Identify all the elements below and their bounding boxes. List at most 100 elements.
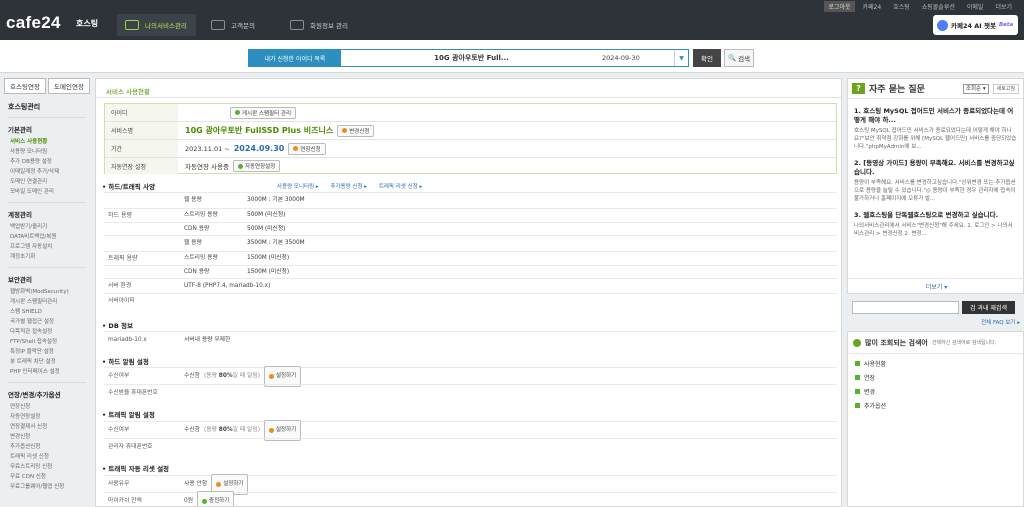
logout-link[interactable]: 로그아웃 xyxy=(824,1,855,12)
use-label: 사용유무 xyxy=(108,481,130,487)
change-request-button[interactable]: 변경신청 xyxy=(337,124,375,137)
sidebar-item[interactable]: 사용량 모니터링 xyxy=(10,147,90,157)
spam-filter-button[interactable]: 게시판 스팸필터 관리 xyxy=(230,106,297,119)
usage-monitoring-link[interactable]: 사용량 모니터링 ▸ xyxy=(277,184,319,190)
mileage-value: 0원 충전하기 xyxy=(184,491,235,506)
faq-question[interactable]: 2. [동영상 가이드] 용량이 부족해요. 서비스를 변경하고싶습니다. xyxy=(854,159,1017,177)
sidebar-item-service-status[interactable]: 서비스 사용현황 xyxy=(10,137,90,147)
sidebar-item[interactable]: 무료스트리밍 신청 xyxy=(10,462,90,472)
usage-value: 3500M : 기본 3500M xyxy=(247,240,305,246)
top-bar: 로그아웃 카페24 호스팅 쇼핑몰솔루션 이메일 더보기 cafe24 호스팅 … xyxy=(0,0,1024,40)
renew-request-button[interactable]: 연장신청 xyxy=(288,142,326,155)
sidebar-item[interactable]: 모바일 도메인 관리 xyxy=(10,187,90,197)
sidebar-item[interactable]: 계정초기화 xyxy=(10,252,90,262)
note-suffix: 일 때 알림) xyxy=(232,427,260,433)
more-link[interactable]: 더보기 xyxy=(991,1,1016,12)
hosting-renew-tab[interactable]: 호스팅연장 xyxy=(4,78,46,94)
user-card-icon xyxy=(290,20,304,30)
sidebar-item[interactable]: 특정IP 블락단 설정 xyxy=(10,347,90,357)
popular-title: 많이 조회되는 검색어 xyxy=(865,338,928,347)
usage-row: 웹 용량 3500M : 기본 3500M xyxy=(104,237,837,250)
sidebar-item[interactable]: PHP 인터페이스 설정 xyxy=(10,367,90,377)
sidebar-item[interactable]: 추가옵션신청 xyxy=(10,442,90,452)
sidebar-item[interactable]: 이메일계정 추가/삭제 xyxy=(10,167,90,177)
service-selector[interactable]: 내가 신청한 아이디 목록 10G 광아우토반 Full... 2024-09-… xyxy=(248,49,689,67)
threshold-note: (용량 80%일 때 알림) xyxy=(204,368,260,385)
auto-renew-setting-button[interactable]: 자동연장설정 xyxy=(232,160,281,172)
faq-item[interactable]: 2. [동영상 가이드] 용량이 부족해요. 서비스를 변경하고싶습니다. 용량… xyxy=(848,159,1023,203)
sidebar-item[interactable]: 웹방화벽(ModSecurity) xyxy=(10,287,90,297)
db-capacity: 서버내 용량 무제한 xyxy=(184,337,231,343)
faq-search-button[interactable]: 검 과내 재검색 xyxy=(962,301,1015,314)
note-percent: 80% xyxy=(218,427,233,433)
sidebar-section-basic: 기본관리 xyxy=(8,126,32,134)
charge-button[interactable]: 충전하기 xyxy=(197,491,235,506)
cafe24-link[interactable]: 카페24 xyxy=(859,1,886,12)
sidebar-item[interactable]: FTP/Shell 접속설정 xyxy=(10,337,90,347)
sidebar-item[interactable]: 연장결제서 신청 xyxy=(10,422,90,432)
sidebar-item[interactable]: 국가별 웹접근 설정 xyxy=(10,317,90,327)
traffic-reset-table: 사용유무 사용 안함 설정하기 마이카쉬 잔액 0원 충전하기 xyxy=(104,474,837,506)
all-faq-link[interactable]: 전체 FAQ 보기 ▸ xyxy=(981,318,1020,326)
sidebar-item[interactable]: 무료그룹웨어/웹앱 신청 xyxy=(10,482,90,492)
sidebar-item[interactable]: 스팸 SHIELD xyxy=(10,307,90,317)
selected-service-name[interactable]: 10G 광아우토반 Full... xyxy=(341,50,602,66)
faq-question[interactable]: 1. 호스팅 MySQL 접어드민 서비스가 종료되었다는데 어떻게 해야 하.… xyxy=(854,107,1017,125)
sidebar-item[interactable]: 연장신청 xyxy=(10,402,90,412)
domain-renew-tab[interactable]: 도메인연장 xyxy=(48,78,90,94)
faq-item[interactable]: 1. 호스팅 MySQL 접어드민 서비스가 종료되었다는데 어떻게 해야 하.… xyxy=(848,107,1023,151)
reset-use-row: 사용유무 사용 안함 설정하기 xyxy=(104,474,837,495)
faq-refresh-button[interactable]: 새로고침 xyxy=(992,83,1019,94)
faq-search-input[interactable] xyxy=(852,301,959,314)
auto-renew-value: 자동연장 사용중 자동연장설정 xyxy=(185,158,281,174)
period-row: 기간 2023.11.01 ~ 2024.09.30 연장신청 xyxy=(105,139,836,157)
ai-chatbot-button[interactable]: 카페24 AI 챗봇 Beta xyxy=(933,15,1018,35)
popular-keyword[interactable]: 연장 xyxy=(855,373,1023,382)
shopping-solution-link[interactable]: 쇼핑몰솔루션 xyxy=(918,1,959,12)
car-icon xyxy=(125,20,139,30)
usage-key: 웹 용량 xyxy=(184,197,202,203)
faq-answer: 호스팅 MySQL 접어드민 서비스가 종료되었다는데 어떻게 해야 하나요?"… xyxy=(854,128,1017,150)
sidebar-item[interactable]: 백업받기/올리기 xyxy=(10,222,90,232)
faq-title: 자주 묻는 질문 xyxy=(869,85,925,95)
traffic-group: 트래픽 용량 웹 용량 3500M : 기본 3500M 스트리밍 용량 1500M… xyxy=(104,235,837,278)
traffic-reset-title: 트래픽 자동 리셋 설정 xyxy=(108,465,170,473)
nav-member-info[interactable]: 회원정보 관리 xyxy=(282,14,357,36)
sidebar-item[interactable]: 봇 트래픽 차단 설정 xyxy=(10,357,90,367)
sidebar-item[interactable]: 다목적관 접속설정 xyxy=(10,327,90,337)
sidebar-item[interactable]: 트래픽 리셋 신청 xyxy=(10,452,90,462)
traffic-reset-link[interactable]: 트래픽 리셋 신청 ▸ xyxy=(379,184,422,190)
sidebar-item[interactable]: 도메인 연결관리 xyxy=(10,177,90,187)
cafe24-logo[interactable]: cafe24 xyxy=(6,13,61,33)
chevron-down-icon[interactable]: ▼ xyxy=(674,50,688,66)
sidebar-title: 호스팅관리 xyxy=(8,103,41,111)
sidebar-item[interactable]: 게시판 스팸필터관리 xyxy=(10,297,90,307)
faq-item[interactable]: 3. 웹호스팅을 단독웹호스팅으로 변경하고 싶습니다. 나의서비스관리에서 서… xyxy=(848,211,1023,238)
add-capacity-link[interactable]: 추가용량 신청 ▸ xyxy=(330,184,367,190)
popular-keyword[interactable]: 변경 xyxy=(855,387,1023,396)
popular-keyword[interactable]: 추가옵션 xyxy=(855,401,1023,410)
sidebar-item[interactable]: 프로그램 자동설치 xyxy=(10,242,90,252)
sidebar-item[interactable]: 무료 CDN 신청 xyxy=(10,472,90,482)
search-button[interactable]: 🔍 검색 xyxy=(724,49,754,67)
logo-sub-label: 호스팅 xyxy=(76,19,99,28)
renew-request-label: 연장신청 xyxy=(300,146,321,153)
server-ip-label: 서버아이피 xyxy=(108,298,135,304)
faq-question[interactable]: 3. 웹호스팅을 단독웹호스팅으로 변경하고 싶습니다. xyxy=(854,211,1017,220)
receive-value: 수신함 (용량 80%일 때 알림) 설정하기 xyxy=(184,366,302,387)
email-link[interactable]: 이메일 xyxy=(963,1,988,12)
sidebar-item[interactable]: 추가 DB용량 설정 xyxy=(10,157,90,167)
sidebar-item[interactable]: 자동연장설정 xyxy=(10,412,90,422)
popular-keyword[interactable]: 사용현황 xyxy=(855,359,1023,368)
nav-customer-inquiry[interactable]: 고객문의 xyxy=(203,14,273,36)
hosting-link[interactable]: 호스팅 xyxy=(889,1,914,12)
nav-my-services[interactable]: 나의서비스관리 xyxy=(117,14,196,36)
sidebar-item[interactable]: DATA비트백업/복원 xyxy=(10,232,90,242)
server-env-value: UTF-8 (PHP7.4, mariadb-10.x) xyxy=(184,283,271,289)
note-prefix: (용량 xyxy=(204,373,219,379)
dot-icon xyxy=(216,482,222,487)
confirm-button[interactable]: 확인 xyxy=(693,49,721,67)
sidebar-item[interactable]: 변경신청 xyxy=(10,432,90,442)
faq-sort-select[interactable]: 조회순 ▾ xyxy=(962,83,989,94)
faq-more-button[interactable]: 더보기 ▾ xyxy=(848,278,1024,296)
